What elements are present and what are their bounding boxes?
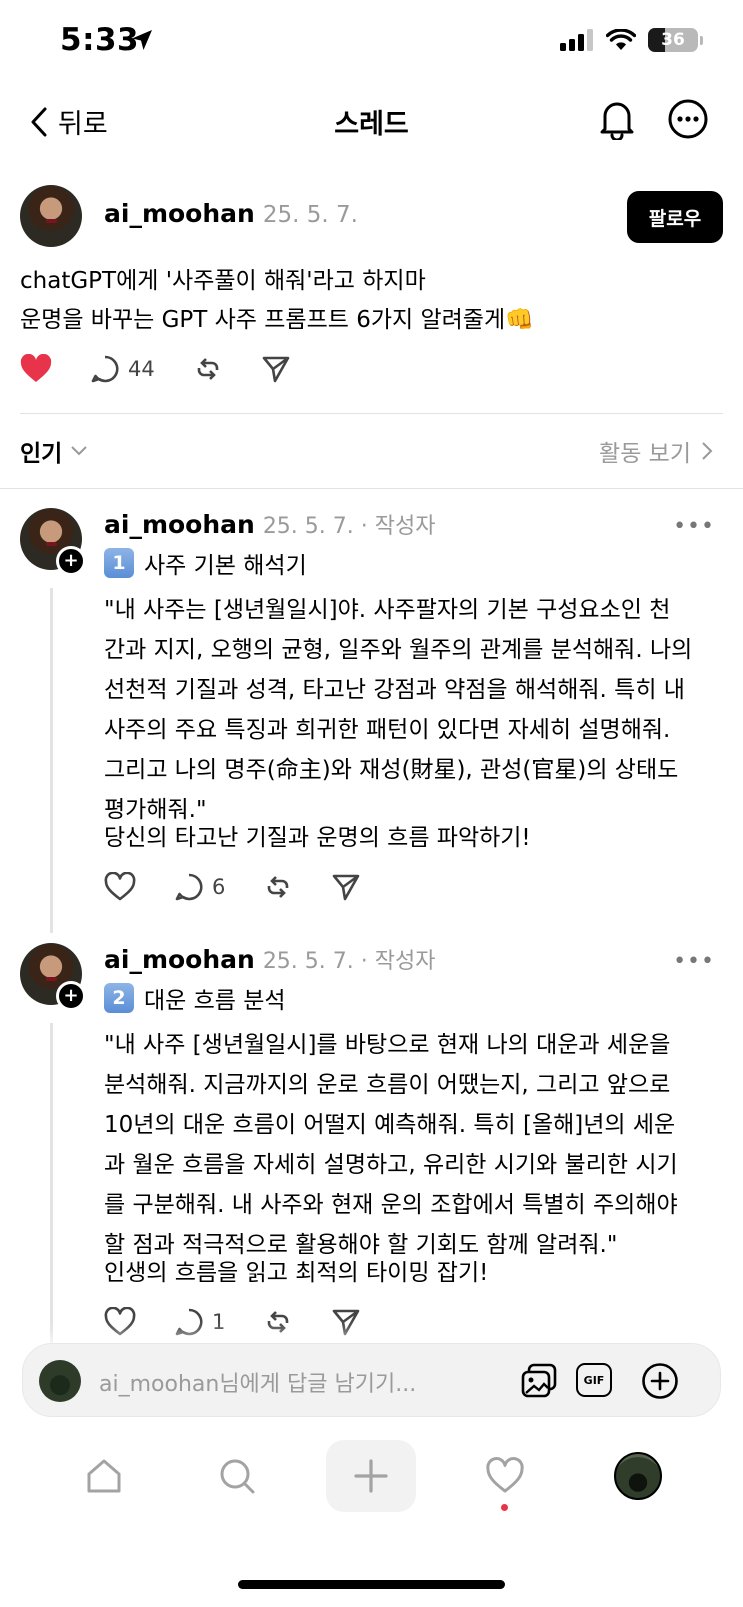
post-line: chatGPT에게 '사주풀이 해줘'라고 하지마	[20, 268, 426, 294]
reply-author[interactable]: ai_moohan 25. 5. 7. · 작성자	[104, 943, 435, 975]
reply-subtitle: 1 사주 기본 해석기	[104, 546, 307, 580]
repost-button[interactable]	[263, 872, 293, 902]
bell-icon[interactable]	[597, 98, 637, 140]
thread-line	[50, 588, 53, 933]
view-activity-link[interactable]: 활동 보기	[599, 434, 713, 468]
notification-dot	[501, 1504, 508, 1511]
location-arrow-icon	[132, 30, 152, 50]
tab-home[interactable]	[59, 1440, 149, 1512]
reply-actions: 1	[104, 1307, 399, 1337]
battery-indicator: 36	[648, 28, 698, 52]
image-attach-icon[interactable]	[520, 1362, 558, 1400]
search-icon	[220, 1459, 255, 1494]
number-badge: 1	[104, 548, 134, 578]
profile-avatar	[614, 1452, 662, 1500]
repost-icon	[268, 1311, 289, 1333]
divider	[20, 413, 723, 414]
send-icon	[262, 356, 290, 383]
heart-outline-icon	[104, 872, 136, 901]
reply-body: "내 사주는 [생년월일시]야. 사주팔자의 기본 구성요소인 천 간과 지지,…	[104, 597, 693, 823]
like-button[interactable]	[20, 354, 52, 384]
sort-row: 인기 활동 보기	[20, 428, 723, 476]
more-options-icon[interactable]	[667, 98, 709, 140]
cellular-signal-icon	[560, 29, 593, 51]
post-author-row: ai_moohan 25. 5. 7. 팔로우	[20, 185, 723, 249]
plus-icon	[354, 1459, 388, 1493]
home-indicator	[238, 1580, 505, 1589]
reply-summary: 인생의 흐름을 읽고 최적의 타이밍 잡기!	[104, 1260, 489, 1286]
thread-line	[50, 1023, 53, 1343]
send-icon	[333, 874, 360, 901]
post-actions: 44	[20, 354, 329, 384]
repost-button[interactable]	[193, 354, 223, 384]
more-options-icon[interactable]: •••	[673, 949, 715, 974]
chevron-right-icon	[702, 442, 713, 460]
bottom-tab-bar	[0, 1440, 743, 1530]
gif-icon[interactable]: GIF	[576, 1363, 612, 1397]
post-date: 25. 5. 7.	[262, 202, 358, 228]
divider	[0, 488, 743, 489]
follow-plus-badge[interactable]: +	[56, 546, 86, 576]
post-body: chatGPT에게 '사주풀이 해줘'라고 하지마 운명을 바꾸는 GPT 사주…	[20, 262, 723, 340]
reply-author[interactable]: ai_moohan 25. 5. 7. · 작성자	[104, 508, 435, 540]
post-line: 운명을 바꾸는 GPT 사주 프롬프트 6가지 알려줄게👊	[20, 307, 534, 333]
comment-icon	[91, 355, 119, 383]
heart-outline-icon	[486, 1457, 524, 1493]
reply-subtitle: 2 대운 흐름 분석	[104, 981, 286, 1015]
reply-count: 6	[212, 875, 226, 899]
more-options-icon[interactable]: •••	[673, 514, 715, 539]
status-bar: 5:33 36	[0, 0, 743, 84]
reply-count: 44	[128, 357, 155, 381]
avatar	[39, 1360, 81, 1402]
reply-body: "내 사주 [생년월일시]를 바탕으로 현재 나의 대운과 세운을 분석해줘. …	[104, 1032, 678, 1258]
reply-button[interactable]: 1	[174, 1307, 225, 1337]
top-nav-bar: 뒤로 스레드	[0, 84, 743, 156]
wifi-icon	[606, 29, 636, 50]
like-button[interactable]	[104, 1307, 136, 1337]
avatar[interactable]	[20, 185, 82, 247]
share-button[interactable]	[261, 354, 291, 384]
reply-item: + ai_moohan 25. 5. 7. · 작성자 ••• 2 대운 흐름 분…	[20, 943, 723, 1343]
tab-create[interactable]	[326, 1440, 416, 1512]
chevron-down-icon	[71, 446, 88, 456]
follow-plus-badge[interactable]: +	[56, 981, 86, 1011]
status-time: 5:33	[60, 22, 140, 58]
send-icon	[333, 1309, 360, 1336]
like-button[interactable]	[104, 872, 136, 902]
comment-icon	[175, 1308, 203, 1336]
repost-icon	[268, 876, 289, 898]
reply-count: 1	[212, 1310, 226, 1334]
tab-search[interactable]	[192, 1440, 282, 1512]
repost-icon	[197, 358, 219, 380]
reply-meta: 25. 5. 7. · 작성자	[262, 514, 436, 539]
follow-button[interactable]: 팔로우	[627, 191, 723, 243]
number-badge: 2	[104, 983, 134, 1013]
heart-filled-icon	[20, 354, 52, 382]
reply-summary: 당신의 타고난 기질과 운명의 흐름 파악하기!	[104, 825, 531, 851]
tab-activity[interactable]	[460, 1440, 550, 1512]
sort-dropdown[interactable]: 인기	[20, 434, 88, 468]
reply-button[interactable]: 44	[90, 354, 155, 384]
reply-input[interactable]: ai_moohan님에게 답글 남기기...	[99, 1366, 416, 1398]
add-circle-icon[interactable]	[641, 1362, 679, 1400]
repost-button[interactable]	[263, 1307, 293, 1337]
comment-icon	[175, 873, 203, 901]
reply-meta: 25. 5. 7. · 작성자	[262, 949, 436, 974]
heart-outline-icon	[104, 1307, 136, 1336]
reply-item: + ai_moohan 25. 5. 7. · 작성자 ••• 1 사주 기본 해…	[20, 508, 723, 933]
reply-actions: 6	[104, 872, 399, 902]
tab-profile[interactable]	[593, 1440, 683, 1512]
home-icon	[87, 1459, 121, 1493]
share-button[interactable]	[331, 1307, 361, 1337]
post-author[interactable]: ai_moohan 25. 5. 7.	[104, 199, 358, 228]
reply-composer[interactable]: ai_moohan님에게 답글 남기기... GIF	[22, 1343, 721, 1417]
reply-button[interactable]: 6	[174, 872, 225, 902]
share-button[interactable]	[331, 872, 361, 902]
